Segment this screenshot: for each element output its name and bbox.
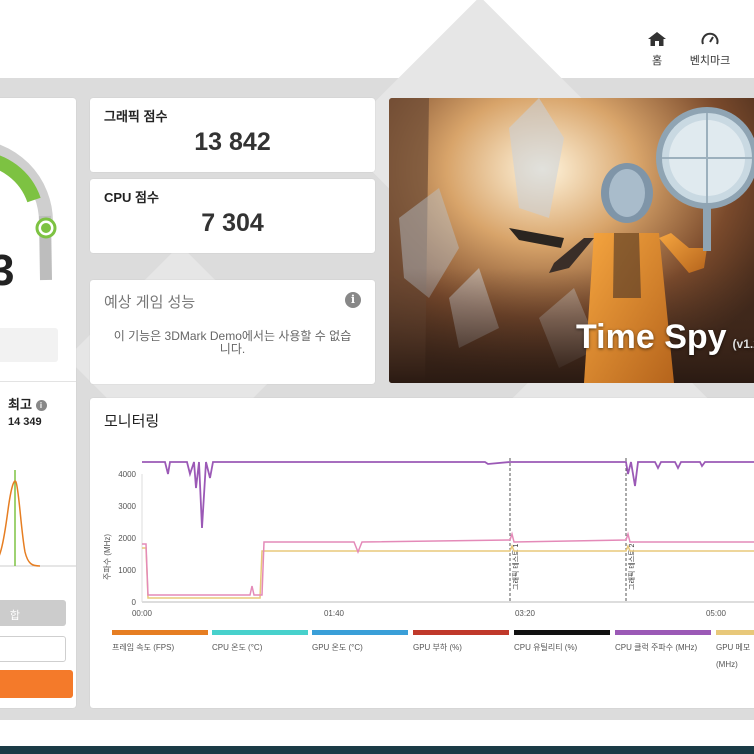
compare-button[interactable]: 합 xyxy=(0,600,66,626)
primary-action-button[interactable] xyxy=(0,670,73,698)
y-tick-label: 3000 xyxy=(118,502,136,511)
benchmark-name: Time Spy xyxy=(576,318,727,356)
x-tick-label: 00:00 xyxy=(132,609,153,618)
gpu-memory-clock-series xyxy=(142,543,754,599)
legend-swatch xyxy=(514,630,610,635)
legend-swatch xyxy=(615,630,711,635)
best-label-text: 최고 xyxy=(8,397,32,412)
monitoring-chart: 주파수 (MHz) 4000 3000 2000 1000 0 그래픽 테스트 … xyxy=(103,458,754,618)
monitoring-title: 모니터링 xyxy=(104,413,160,430)
result-summary-panel: 3 최고 i 14 349 시 12500 합 xyxy=(0,98,76,708)
legend-label-unit: (MHz) xyxy=(716,660,738,669)
footer-bar xyxy=(0,746,754,754)
speedometer-icon xyxy=(701,32,719,45)
legend-item-gpu-temp[interactable]: GPU 온도 (°C) xyxy=(312,630,408,653)
legend-item-cpu-temp[interactable]: CPU 온도 (°C) xyxy=(212,630,308,653)
estimated-performance-title: 예상 게임 성능 xyxy=(104,294,196,311)
info-icon[interactable]: i xyxy=(345,292,361,308)
graphics-score-label: 그래픽 점수 xyxy=(104,109,168,124)
legend-label: CPU 온도 (°C) xyxy=(212,643,263,652)
home-icon xyxy=(648,32,666,46)
legend-swatch xyxy=(716,630,754,635)
legend-label: CPU 유틸리티 (%) xyxy=(514,643,578,652)
cpu-score-label: CPU 점수 xyxy=(104,190,159,205)
legend-swatch xyxy=(312,630,408,635)
best-score-label: 최고 i xyxy=(8,394,47,413)
legend-label: CPU 클럭 주파수 (MHz) xyxy=(615,643,698,652)
legend-swatch xyxy=(212,630,308,635)
legend-label: 프레임 속도 (FPS) xyxy=(112,643,175,652)
info-icon[interactable]: i xyxy=(35,400,47,412)
secondary-button[interactable] xyxy=(0,636,66,662)
legend-label: GPU 온도 (°C) xyxy=(312,643,363,652)
legend-swatch xyxy=(413,630,509,635)
graphics-score-value: 13 842 xyxy=(194,128,271,156)
rank-bar xyxy=(0,328,58,362)
x-tick-label: 05:00 xyxy=(706,609,727,618)
y-axis-label: 주파수 (MHz) xyxy=(103,534,112,580)
best-score-value: 14 349 xyxy=(8,416,42,428)
y-tick-label: 0 xyxy=(132,598,137,607)
benchmark-hero-image: Time Spy (v1.2) xyxy=(389,98,754,383)
nav-home-label: 홈 xyxy=(651,55,663,67)
cpu-score-value: 7 304 xyxy=(201,209,264,237)
monitoring-panel: 모니터링 주파수 (MHz) 4000 3000 2000 1000 0 그래픽… xyxy=(90,398,754,708)
nav-benchmark-label: 벤치마크 xyxy=(689,55,731,67)
cpu-clock-series xyxy=(142,461,754,529)
score-distribution-chart xyxy=(0,470,76,567)
estimated-performance-message: 이 기능은 3DMark Demo에서는 사용할 수 없습니다. xyxy=(113,329,352,356)
legend-label: GPU 부하 (%) xyxy=(413,643,462,652)
graphics-score-card: 그래픽 점수 13 842 xyxy=(90,98,375,172)
benchmark-version: (v1.2) xyxy=(732,337,754,351)
legend-item-gpu-memory[interactable]: GPU 메모 (MHz) xyxy=(716,630,754,669)
benchmark-title: Time Spy (v1.2) xyxy=(576,318,754,357)
legend-item-cpu-utility[interactable]: CPU 유틸리티 (%) xyxy=(514,630,610,653)
legend-item-gpu-load[interactable]: GPU 부하 (%) xyxy=(413,630,509,653)
top-navigation-bar: 홈 벤치마크 xyxy=(0,0,754,78)
divider xyxy=(0,381,76,382)
nav-benchmark[interactable]: 벤치마크 xyxy=(684,32,736,68)
legend-item-cpu-clock[interactable]: CPU 클럭 주파수 (MHz) xyxy=(615,630,711,653)
y-tick-label: 2000 xyxy=(118,534,136,543)
estimated-game-performance-card: 예상 게임 성능 i 이 기능은 3DMark Demo에서는 사용할 수 없습… xyxy=(90,280,375,384)
legend-swatch xyxy=(112,630,208,635)
compare-button-label: 합 xyxy=(9,610,20,622)
x-tick-label: 03:20 xyxy=(515,609,536,618)
x-tick-label: 01:40 xyxy=(324,609,345,618)
legend-item-fps[interactable]: 프레임 속도 (FPS) xyxy=(112,630,208,653)
nav-home[interactable]: 홈 xyxy=(646,32,668,68)
gpu-clock-series xyxy=(142,531,754,596)
y-tick-label: 1000 xyxy=(118,566,136,575)
cpu-score-card: CPU 점수 7 304 xyxy=(90,179,375,253)
y-tick-label: 4000 xyxy=(118,470,136,479)
gauge-score-fragment: 3 xyxy=(0,246,15,295)
legend-label: GPU 메모 xyxy=(716,643,751,652)
